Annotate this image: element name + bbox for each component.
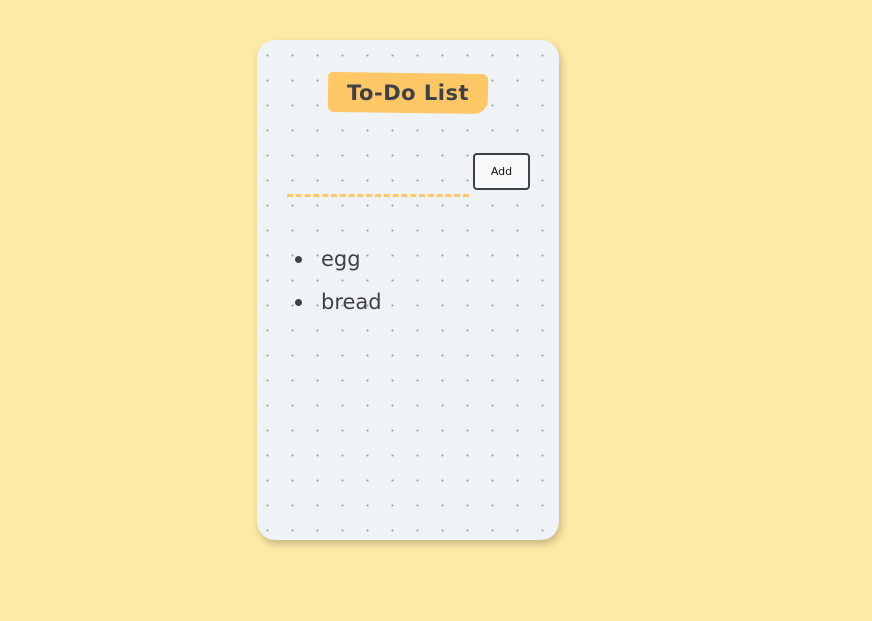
page-title: To-Do List <box>347 81 469 105</box>
task-input[interactable] <box>287 176 469 197</box>
task-list: egg bread <box>295 238 382 324</box>
task-label: bread <box>321 290 382 314</box>
title-banner: To-Do List <box>327 71 489 115</box>
bullet-icon <box>295 256 302 263</box>
list-item: bread <box>295 281 382 324</box>
add-button[interactable]: Add <box>473 153 530 190</box>
todo-card: To-Do List Add egg bread <box>257 40 559 540</box>
task-label: egg <box>321 247 361 271</box>
bullet-icon <box>295 299 302 306</box>
list-item: egg <box>295 238 382 281</box>
